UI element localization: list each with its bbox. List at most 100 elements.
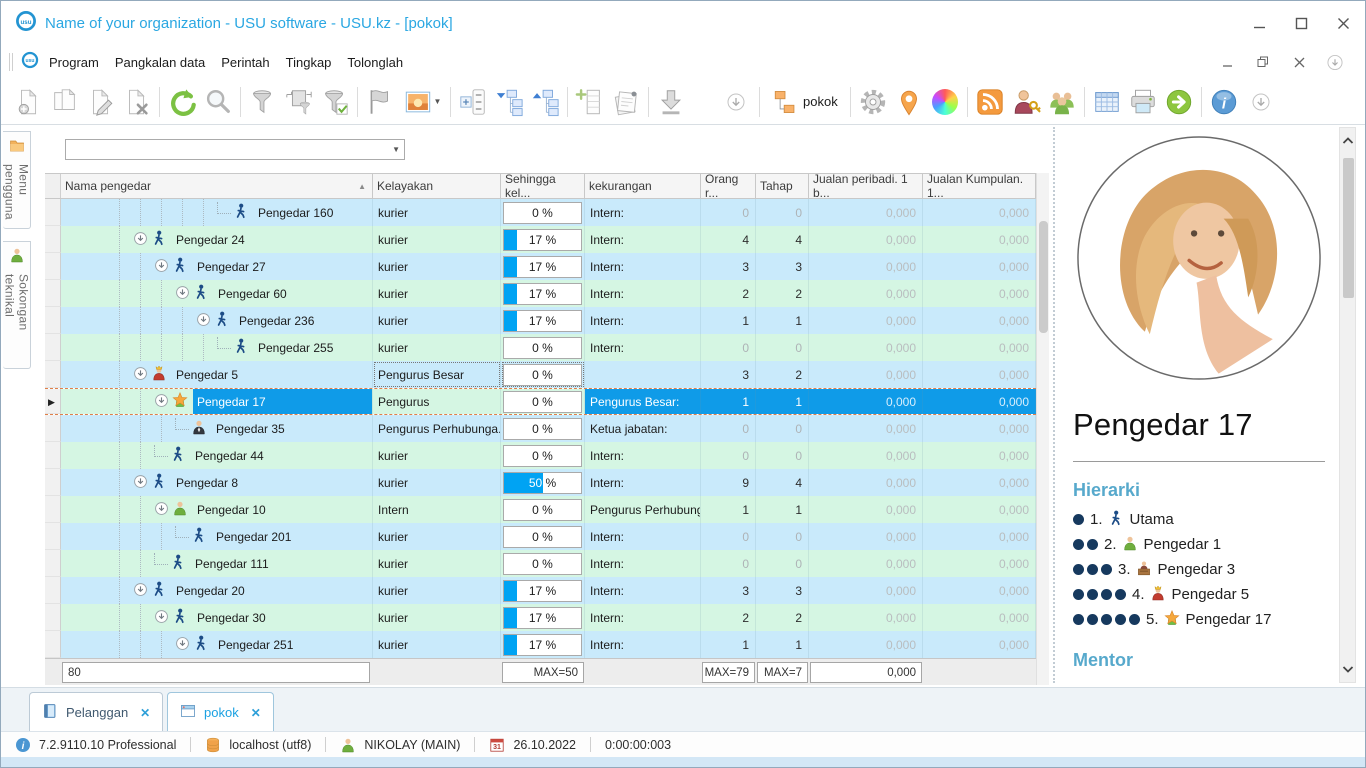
percent-cell[interactable]: 0 % (501, 199, 585, 226)
orang-cell[interactable]: 0 (701, 199, 756, 226)
table-row-pengedar-10[interactable]: Pengedar 10Intern0 %Pengurus Perhubung..… (45, 496, 1036, 523)
jualan-peribadi-cell[interactable]: 0,000 (809, 442, 923, 469)
orang-cell[interactable]: 3 (701, 361, 756, 388)
name-cell[interactable]: Pengedar 255 (61, 334, 373, 361)
edit-record-icon[interactable] (83, 83, 119, 121)
percent-cell[interactable]: 17 % (501, 253, 585, 280)
jualan-kumpulan-cell[interactable]: 0,000 (923, 442, 1036, 469)
table-row-pengedar-160[interactable]: Pengedar 160kurier0 %Intern:000,0000,000 (45, 199, 1036, 226)
name-cell[interactable]: Pengedar 5 (61, 361, 373, 388)
orang-cell[interactable]: 2 (701, 604, 756, 631)
jualan-kumpulan-cell[interactable]: 0,000 (923, 550, 1036, 577)
orang-cell[interactable]: 0 (701, 550, 756, 577)
jualan-kumpulan-cell[interactable]: 0,000 (923, 334, 1036, 361)
footer-jualan-summary[interactable]: 0,000 (810, 662, 922, 683)
table-row-pengedar-24[interactable]: Pengedar 24kurier17 %Intern:440,0000,000 (45, 226, 1036, 253)
kekurangan-cell[interactable]: Pengurus Perhubung... (585, 496, 701, 523)
expand-node-icon[interactable] (133, 474, 148, 492)
side-tab-user-menu[interactable]: Menu pengguna (3, 131, 31, 229)
jualan-peribadi-cell[interactable]: 0,000 (809, 280, 923, 307)
orang-cell[interactable]: 0 (701, 442, 756, 469)
name-cell[interactable]: Pengedar 60 (61, 280, 373, 307)
table-row-pengedar-60[interactable]: Pengedar 60kurier17 %Intern:220,0000,000 (45, 280, 1036, 307)
filter-combobox[interactable]: ▼ (65, 139, 405, 160)
table-row-pengedar-255[interactable]: Pengedar 255kurier0 %Intern:000,0000,000 (45, 334, 1036, 361)
name-cell[interactable]: Pengedar 236 (61, 307, 373, 334)
table-row-pengedar-5[interactable]: Pengedar 5Pengurus Besar0 %320,0000,000 (45, 361, 1036, 388)
name-cell[interactable]: Pengedar 160 (61, 199, 373, 226)
expand-node-icon[interactable] (133, 366, 148, 384)
toolbar-overflow-icon[interactable] (1248, 83, 1274, 121)
tahap-cell[interactable]: 3 (756, 577, 809, 604)
window-menu-dropdown-icon[interactable] (1327, 54, 1343, 70)
chevron-down-icon[interactable]: ▼ (392, 145, 400, 154)
tahap-cell[interactable]: 0 (756, 415, 809, 442)
maximize-icon[interactable] (1293, 15, 1309, 31)
orang-cell[interactable]: 2 (701, 280, 756, 307)
expand-node-icon[interactable] (175, 285, 190, 303)
footer-pct-summary[interactable]: MAX=50 (502, 662, 584, 683)
percent-cell[interactable]: 0 % (501, 442, 585, 469)
percent-cell[interactable]: 50 % (501, 469, 585, 496)
kekurangan-cell[interactable]: Pengurus Besar: (585, 389, 701, 414)
table-row-pengedar-8[interactable]: Pengedar 8kurier50 %Intern:940,0000,000 (45, 469, 1036, 496)
tahap-cell[interactable]: 2 (756, 280, 809, 307)
column-header-4[interactable]: kekurangan (585, 174, 701, 198)
column-header-5[interactable]: Orang r... (701, 174, 756, 198)
kekurangan-cell[interactable]: Intern: (585, 577, 701, 604)
jualan-peribadi-cell[interactable]: 0,000 (809, 415, 923, 442)
user-key-icon[interactable] (1008, 83, 1044, 121)
kelayakan-cell[interactable]: kurier (373, 604, 501, 631)
table-grid-icon[interactable] (1089, 83, 1125, 121)
hierarchy-item-pengedar-3[interactable]: 3.Pengedar 3 (1073, 557, 1339, 582)
document-tab-pokok[interactable]: pokok✕ (167, 692, 274, 732)
kekurangan-cell[interactable]: Intern: (585, 550, 701, 577)
percent-cell[interactable]: 0 % (501, 389, 585, 414)
tree-collapse-icon[interactable] (527, 83, 563, 121)
jualan-peribadi-cell[interactable]: 0,000 (809, 361, 923, 388)
name-cell[interactable]: Pengedar 44 (61, 442, 373, 469)
settings-gear-icon[interactable] (855, 83, 891, 121)
kelayakan-cell[interactable]: kurier (373, 442, 501, 469)
kelayakan-cell[interactable]: kurier (373, 550, 501, 577)
scroll-down-icon[interactable] (1340, 665, 1355, 674)
percent-cell[interactable]: 0 % (501, 496, 585, 523)
menu-item-tolonglah[interactable]: Tolonglah (339, 51, 411, 74)
percent-cell[interactable]: 0 % (501, 550, 585, 577)
kelayakan-cell[interactable]: kurier (373, 199, 501, 226)
table-row-pengedar-236[interactable]: Pengedar 236kurier17 %Intern:110,0000,00… (45, 307, 1036, 334)
hierarchy-item-utama[interactable]: 1.Utama (1073, 507, 1339, 532)
table-row-pengedar-20[interactable]: Pengedar 20kurier17 %Intern:330,0000,000 (45, 577, 1036, 604)
orang-cell[interactable]: 9 (701, 469, 756, 496)
name-cell[interactable]: Pengedar 27 (61, 253, 373, 280)
jualan-kumpulan-cell[interactable]: 0,000 (923, 361, 1036, 388)
users-group-icon[interactable] (1044, 83, 1080, 121)
orang-cell[interactable]: 4 (701, 226, 756, 253)
toolbar-grip[interactable] (9, 53, 13, 71)
jualan-peribadi-cell[interactable]: 0,000 (809, 307, 923, 334)
kelayakan-cell[interactable]: kurier (373, 253, 501, 280)
table-row-pengedar-35[interactable]: Pengedar 35Pengurus Perhubunga...0 %Ketu… (45, 415, 1036, 442)
tahap-cell[interactable]: 1 (756, 307, 809, 334)
table-row-pengedar-30[interactable]: Pengedar 30kurier17 %Intern:220,0000,000 (45, 604, 1036, 631)
copy-record-icon[interactable] (47, 83, 83, 121)
kekurangan-cell[interactable] (585, 361, 701, 388)
kelayakan-cell[interactable]: kurier (373, 469, 501, 496)
image-picker-icon[interactable]: ▼ (398, 83, 446, 121)
name-cell[interactable]: Pengedar 251 (61, 631, 373, 658)
percent-cell[interactable]: 0 % (501, 523, 585, 550)
hierarchy-item-pengedar-5[interactable]: 4.Pengedar 5 (1073, 582, 1339, 607)
jualan-kumpulan-cell[interactable]: 0,000 (923, 253, 1036, 280)
expand-all-icon[interactable] (455, 83, 491, 121)
search-icon[interactable] (200, 83, 236, 121)
jualan-peribadi-cell[interactable]: 0,000 (809, 469, 923, 496)
kelayakan-cell[interactable]: kurier (373, 631, 501, 658)
expand-node-icon[interactable] (133, 582, 148, 600)
jualan-peribadi-cell[interactable]: 0,000 (809, 253, 923, 280)
table-row-pengedar-111[interactable]: Pengedar 111kurier0 %Intern:000,0000,000 (45, 550, 1036, 577)
info-icon[interactable]: i (1206, 83, 1242, 121)
kelayakan-cell[interactable]: Pengurus (373, 389, 501, 414)
kelayakan-cell[interactable]: Pengurus Perhubunga... (373, 415, 501, 442)
tahap-cell[interactable]: 0 (756, 523, 809, 550)
expand-node-icon[interactable] (154, 258, 169, 276)
